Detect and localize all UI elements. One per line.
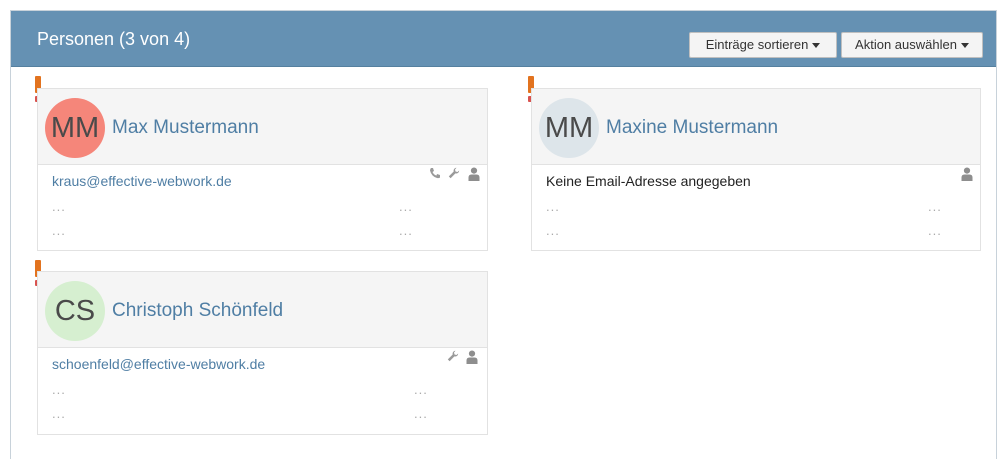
wrench-icon[interactable] [447, 350, 459, 362]
email-link[interactable]: schoenfeld@effective-webwork.de [52, 356, 265, 372]
person-icon[interactable] [961, 167, 973, 181]
person-name-link[interactable]: Max Mustermann [112, 117, 259, 139]
person-card: MM Maxine Mustermann Keine Email-Adresse… [531, 88, 981, 251]
avatar: CS [45, 281, 105, 341]
person-name-link[interactable]: Christoph Schönfeld [112, 300, 283, 322]
placeholder-text: ... [928, 223, 942, 238]
wrench-icon[interactable] [448, 167, 460, 179]
placeholder-text: ... [399, 199, 413, 214]
person-name-link[interactable]: Maxine Mustermann [606, 117, 778, 139]
avatar: MM [45, 98, 105, 158]
placeholder-text: ... [414, 382, 428, 397]
email-link[interactable]: kraus@effective-webwork.de [52, 173, 232, 189]
card-icons [426, 167, 480, 183]
placeholder-text: ... [52, 382, 66, 397]
placeholder-text: ... [414, 406, 428, 421]
placeholder-text: ... [52, 199, 66, 214]
placeholder-text: ... [546, 223, 560, 238]
select-action-button[interactable]: Aktion auswählen [841, 32, 983, 58]
card-header: MM Max Mustermann [38, 89, 487, 165]
card-header: MM Maxine Mustermann [532, 89, 980, 165]
person-icon[interactable] [468, 167, 480, 181]
card-header: CS Christoph Schönfeld [38, 272, 487, 348]
placeholder-text: ... [546, 199, 560, 214]
person-card: CS Christoph Schönfeld schoenfeld@effect… [37, 271, 488, 435]
placeholder-text: ... [928, 199, 942, 214]
avatar: MM [539, 98, 599, 158]
phone-icon[interactable] [429, 167, 441, 179]
placeholder-text: ... [52, 406, 66, 421]
sort-entries-button[interactable]: Einträge sortieren [689, 32, 837, 58]
sort-entries-label: Einträge sortieren [705, 37, 809, 52]
no-email-text: Keine Email-Adresse angegeben [546, 173, 751, 189]
panel-title: Personen (3 von 4) [37, 29, 191, 49]
placeholder-text: ... [52, 223, 66, 238]
card-icons [958, 167, 973, 183]
person-icon[interactable] [466, 350, 478, 364]
placeholder-text: ... [399, 223, 413, 238]
card-icons [444, 350, 478, 366]
select-action-label: Aktion auswählen [855, 37, 957, 52]
panel-header: Personen (3 von 4) Einträge sortieren Ak… [11, 11, 996, 67]
person-card: MM Max Mustermann kraus@effective-webwor… [37, 88, 488, 251]
caret-down-icon [960, 43, 969, 49]
caret-down-icon [812, 43, 821, 49]
